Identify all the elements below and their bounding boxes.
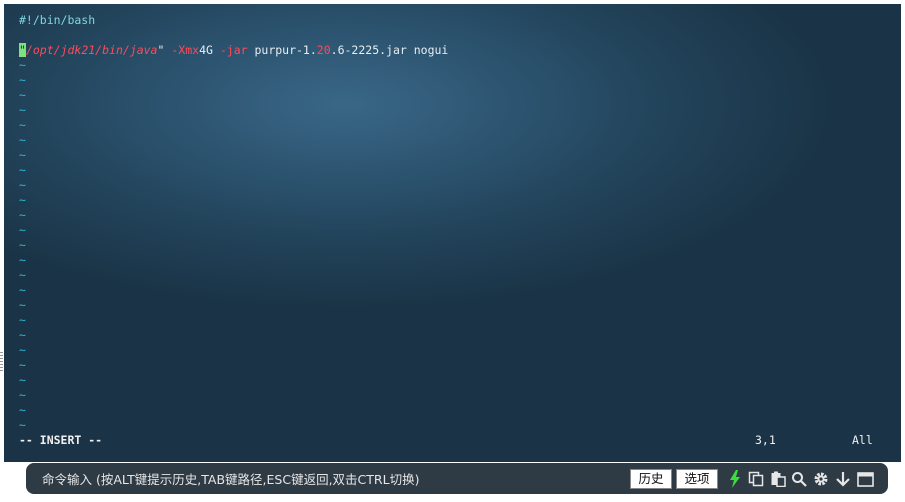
tilde-marker: ~ <box>19 418 26 432</box>
tilde-marker: ~ <box>19 358 26 372</box>
terminal-screen[interactable]: #!/bin/bash "/opt/jdk21/bin/java" -Xmx4G… <box>4 4 901 462</box>
tilde-marker: ~ <box>19 373 26 387</box>
command-line: "/opt/jdk21/bin/java" -Xmx4G -jar purpur… <box>19 43 448 58</box>
tilde-marker: ~ <box>19 88 26 102</box>
copy-icon[interactable] <box>747 470 765 488</box>
tilde-marker: ~ <box>19 193 26 207</box>
tilde-marker: ~ <box>19 298 26 312</box>
java-path: /opt/jdk21/bin/java <box>25 43 158 57</box>
jar-version-highlight: 20 <box>316 43 331 57</box>
tilde-marker: ~ <box>19 343 26 357</box>
xmx-value: 4G <box>199 43 213 57</box>
tilde-marker: ~ <box>19 253 26 267</box>
search-icon[interactable] <box>790 470 808 488</box>
options-button[interactable]: 选项 <box>676 469 718 489</box>
tilde-marker: ~ <box>19 103 26 117</box>
tilde-marker: ~ <box>19 208 26 222</box>
jar-suffix: .6-2225.jar nogui <box>330 43 449 57</box>
tilde-marker: ~ <box>19 223 26 237</box>
command-bar: 历史 选项 <box>26 463 888 494</box>
shebang-line: #!/bin/bash <box>19 13 96 27</box>
tilde-marker: ~ <box>19 268 26 282</box>
history-button[interactable]: 历史 <box>630 469 672 489</box>
vim-mode-indicator: -- INSERT -- <box>19 433 103 447</box>
cursor-position: 3,1 <box>755 433 776 447</box>
tilde-marker: ~ <box>19 388 26 402</box>
tilde-marker: ~ <box>19 73 26 87</box>
tilde-marker: ~ <box>19 283 26 297</box>
tilde-marker: ~ <box>19 403 26 417</box>
xmx-flag: -Xmx <box>164 43 200 57</box>
resize-handle[interactable] <box>0 352 3 372</box>
tilde-marker: ~ <box>19 118 26 132</box>
jar-prefix: purpur-1. <box>247 43 317 57</box>
window-icon[interactable] <box>856 470 874 488</box>
tilde-marker: ~ <box>19 133 26 147</box>
tilde-marker: ~ <box>19 313 26 327</box>
tilde-marker: ~ <box>19 148 26 162</box>
tilde-marker: ~ <box>19 58 26 72</box>
gear-icon[interactable] <box>812 470 830 488</box>
jar-flag: -jar <box>212 43 248 57</box>
tilde-marker: ~ <box>19 163 26 177</box>
lightning-icon[interactable] <box>726 470 744 488</box>
tilde-marker: ~ <box>19 328 26 342</box>
text-cursor: " <box>19 43 26 57</box>
tilde-marker: ~ <box>19 178 26 192</box>
command-input[interactable] <box>42 470 622 488</box>
download-icon[interactable] <box>834 470 852 488</box>
tilde-marker: ~ <box>19 238 26 252</box>
scroll-indicator: All <box>852 433 873 447</box>
paste-icon[interactable] <box>769 470 787 488</box>
